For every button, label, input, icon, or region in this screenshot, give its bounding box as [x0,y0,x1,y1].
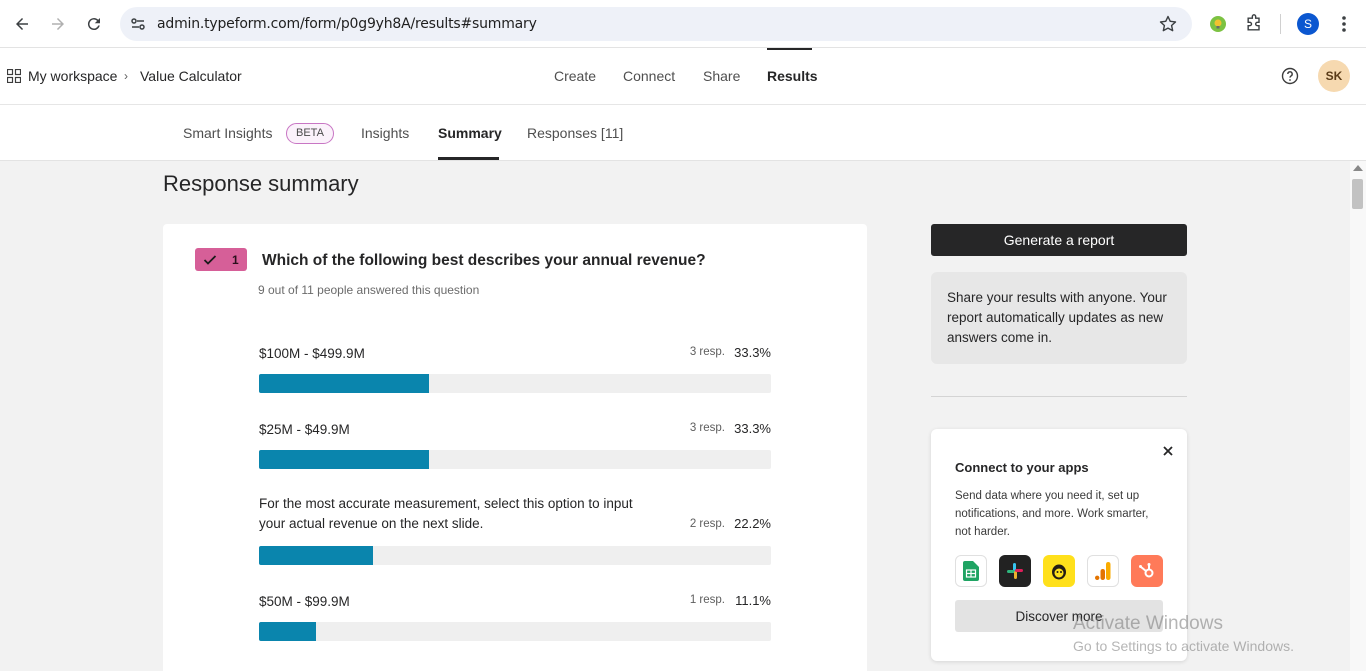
nav-results[interactable]: Results [767,68,818,84]
browser-toolbar: admin.typeform.com/form/p0g9yh8A/results… [0,0,1366,48]
question-number: 1 [232,253,239,267]
breadcrumb-form[interactable]: Value Calculator [140,68,242,84]
option-bar-fill [259,546,373,565]
google-analytics-icon[interactable] [1087,555,1119,587]
tab-smart-insights[interactable]: Smart Insights [183,125,272,141]
option-response-count: 3 resp. [689,346,725,358]
browser-menu-icon[interactable] [1332,12,1356,36]
nav-share[interactable]: Share [703,68,740,84]
question-answer-count: 9 out of 11 people answered this questio… [258,283,480,297]
beta-badge: BETA [286,123,334,144]
chevron-right-icon: › [124,69,128,83]
forward-icon[interactable] [46,12,70,36]
option-response-count: 3 resp. [689,422,725,434]
connect-apps-title: Connect to your apps [955,460,1089,475]
nav-connect[interactable]: Connect [623,68,675,84]
scrollbar-thumb[interactable] [1352,179,1363,209]
sidebar-divider [931,396,1187,397]
question-title: Which of the following best describes yo… [262,252,706,269]
browser-profile-avatar[interactable]: S [1297,13,1319,35]
option-bar-fill [259,374,430,393]
url-text: admin.typeform.com/form/p0g9yh8A/results… [157,16,537,32]
google-sheets-icon[interactable] [955,555,987,587]
workspace-grid-icon[interactable] [6,68,22,88]
tab-responses[interactable]: Responses [11] [527,125,623,141]
option-bar-track [259,622,771,641]
option-response-count: 2 resp. [689,518,725,530]
app-header: My workspace › Value Calculator Create C… [0,48,1366,105]
site-settings-icon[interactable] [128,14,148,34]
option-bar-track [259,450,771,469]
option-bar-track [259,374,771,393]
question-summary-card: 1 Which of the following best describes … [163,224,867,671]
watermark-title: Activate Windows [1073,613,1223,634]
scroll-up-arrow-icon[interactable] [1353,165,1363,171]
help-icon[interactable] [1280,66,1300,91]
close-icon[interactable] [1163,443,1173,461]
page-title: Response summary [163,171,359,196]
breadcrumb-workspace[interactable]: My workspace [28,68,117,84]
answer-option: For the most accurate measurement, selec… [259,494,771,566]
results-subtabs: Smart Insights BETA Insights Summary Res… [0,105,1366,161]
answer-option: $50M - $99.9M 1 resp. 11.1% [259,592,771,642]
option-response-count: 1 resp. [689,594,725,606]
bookmark-star-icon[interactable] [1158,14,1178,39]
watermark-subtitle: Go to Settings to activate Windows. [1073,638,1294,654]
user-avatar[interactable]: SK [1318,60,1350,92]
nav-active-indicator [767,48,812,50]
answer-option: $100M - $499.9M 3 resp. 33.3% [259,344,771,394]
tab-active-underline [438,157,499,160]
checkmark-icon [203,253,217,271]
tab-summary[interactable]: Summary [438,125,502,141]
option-bar-fill [259,450,430,469]
option-bar-fill [259,622,316,641]
connect-apps-description: Send data where you need it, set up noti… [955,490,1149,538]
option-label: For the most accurate measurement, selec… [259,496,633,531]
option-percentage: 33.3% [734,345,771,360]
toolbar-divider [1280,14,1281,34]
generate-report-button[interactable]: Generate a report [931,224,1187,256]
reload-icon[interactable] [82,12,106,36]
tab-insights[interactable]: Insights [361,125,409,141]
option-percentage: 33.3% [734,421,771,436]
option-percentage: 22.2% [734,516,771,531]
option-percentage: 11.1% [735,593,771,608]
option-label: $50M - $99.9M [259,594,350,609]
page-scrollbar[interactable] [1350,161,1366,671]
extensions-puzzle-icon[interactable] [1242,12,1266,36]
question-number-badge: 1 [195,248,247,271]
option-label: $25M - $49.9M [259,422,350,437]
address-bar[interactable]: admin.typeform.com/form/p0g9yh8A/results… [120,7,1192,41]
nav-create[interactable]: Create [554,68,596,84]
share-results-info: Share your results with anyone. Your rep… [931,272,1187,364]
back-icon[interactable] [10,12,34,36]
slack-icon[interactable] [999,555,1031,587]
extension-bulb-icon[interactable] [1206,12,1230,36]
option-bar-track [259,546,771,565]
hubspot-icon[interactable] [1131,555,1163,587]
activate-windows-watermark: Activate Windows Go to Settings to activ… [1073,613,1294,654]
option-label: $100M - $499.9M [259,346,365,361]
mailchimp-icon[interactable] [1043,555,1075,587]
answer-option: $25M - $49.9M 3 resp. 33.3% [259,420,771,470]
